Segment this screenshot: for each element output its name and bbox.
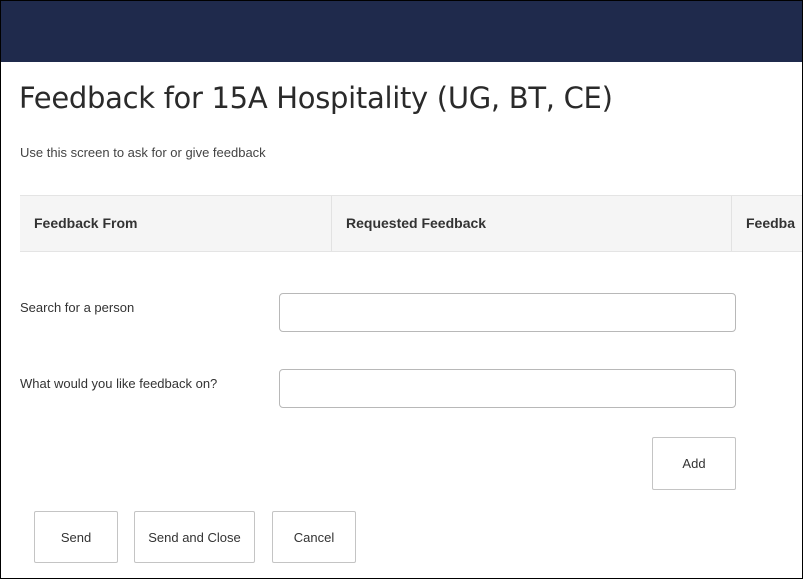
dialog-window: Feedback for 15A Hospitality (UG, BT, CE…: [0, 0, 803, 579]
search-person-label: Search for a person: [20, 300, 135, 315]
column-header-requested-feedback[interactable]: Requested Feedback: [332, 196, 732, 251]
send-and-close-button[interactable]: Send and Close: [134, 511, 255, 563]
add-button[interactable]: Add: [652, 437, 736, 490]
feedback-topic-input[interactable]: [279, 369, 736, 408]
feedback-table-header: Feedback From Requested Feedback Feedba: [20, 195, 802, 252]
feedback-topic-label: What would you like feedback on?: [20, 376, 218, 391]
column-header-feedback[interactable]: Feedba: [732, 196, 802, 251]
page-subtitle: Use this screen to ask for or give feedb…: [20, 145, 266, 160]
page-title: Feedback for 15A Hospitality (UG, BT, CE…: [19, 81, 613, 115]
search-person-input[interactable]: [279, 293, 736, 332]
top-bar: [1, 1, 802, 62]
send-button[interactable]: Send: [34, 511, 118, 563]
column-header-feedback-from[interactable]: Feedback From: [20, 196, 332, 251]
cancel-button[interactable]: Cancel: [272, 511, 356, 563]
